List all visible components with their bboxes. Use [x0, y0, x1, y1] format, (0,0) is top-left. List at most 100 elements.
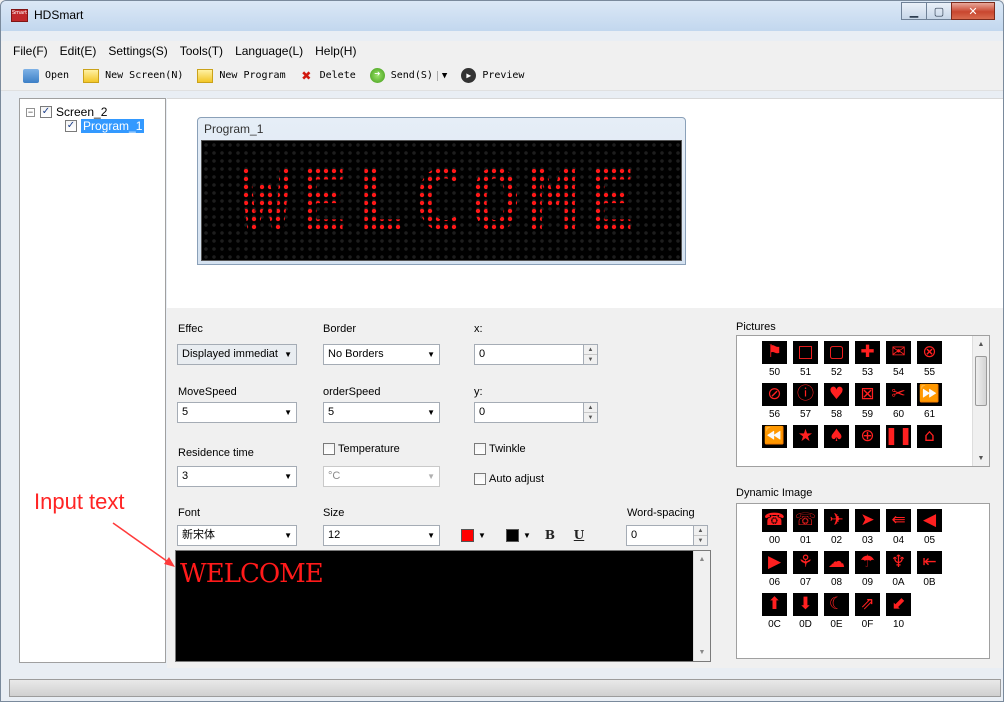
bold-button[interactable]: B [541, 526, 559, 544]
size-select[interactable]: 12 ▼ [323, 525, 440, 546]
dynamic-item[interactable]: ☎ 00 [759, 509, 790, 547]
residence-select[interactable]: 3 ▼ [177, 466, 297, 487]
menu-settings[interactable]: Settings(S) [102, 44, 173, 58]
new-screen-button[interactable]: New Screen(N) [83, 68, 183, 83]
delete-button[interactable]: ✖ Delete [300, 67, 356, 83]
dynamic-item[interactable]: ⬆ 0C [759, 593, 790, 631]
movespeed-select[interactable]: 5 ▼ [177, 402, 297, 423]
collapse-icon[interactable]: − [26, 107, 35, 117]
picture-item[interactable]: ⊕ [852, 425, 883, 463]
picture-thumbnail-icon: ⌂ [917, 425, 942, 448]
dynamic-item[interactable]: ⇤ 0B [914, 551, 945, 589]
dynamic-code: 0D [799, 619, 812, 630]
x-spin-buttons[interactable]: ▲ ▼ [583, 344, 598, 365]
text-editor[interactable]: WELCOME ▲ ▼ [175, 550, 711, 662]
picture-item[interactable]: ▢ 52 [821, 341, 852, 379]
picture-item[interactable]: ♠ [821, 425, 852, 463]
scroll-up-icon[interactable]: ▲ [973, 341, 989, 348]
dynamic-code: 02 [830, 535, 843, 546]
dynamic-item[interactable]: ◀ 05 [914, 509, 945, 547]
dynamic-code: 07 [799, 577, 812, 588]
maximize-button[interactable]: ▢ [926, 2, 952, 20]
background-color-picker[interactable]: ▼ [506, 529, 531, 542]
picture-item[interactable]: ⌂ [914, 425, 945, 463]
send-dropdown-icon[interactable]: ▼ [436, 70, 447, 81]
minimize-button[interactable]: ▁ [901, 2, 927, 20]
tree-item-program[interactable]: ✓ Program_1 [65, 119, 145, 133]
picture-item[interactable]: ⏩ 61 [914, 383, 945, 421]
x-spinner[interactable]: 0 ▲ ▼ [474, 344, 598, 365]
open-button[interactable]: Open [23, 68, 70, 83]
temperature-check-box[interactable] [323, 443, 335, 455]
picture-item[interactable]: ⊗ 55 [914, 341, 945, 379]
orderspeed-select[interactable]: 5 ▼ [323, 402, 440, 423]
scroll-down-icon[interactable]: ▼ [973, 455, 989, 462]
picture-item[interactable]: ★ [790, 425, 821, 463]
menu-edit[interactable]: Edit(E) [54, 44, 103, 58]
scroll-up-icon[interactable]: ▲ [694, 556, 710, 563]
dynamic-item[interactable]: ➤ 03 [852, 509, 883, 547]
menu-language[interactable]: Language(L) [229, 44, 309, 58]
menu-help[interactable]: Help(H) [309, 44, 362, 58]
window-controls: ▁ ▢ ✕ [901, 2, 995, 20]
dynamic-thumbnail-icon: ☁ [824, 551, 849, 574]
picture-code: 55 [923, 367, 936, 378]
picture-item[interactable]: ⊘ 56 [759, 383, 790, 421]
dynamic-code: 0B [923, 577, 936, 588]
word-spacing-spin-buttons[interactable]: ▲ ▼ [693, 525, 708, 546]
program-preview-window[interactable]: Program_1 WELCOME [197, 117, 686, 265]
new-program-button[interactable]: New Program [197, 68, 286, 83]
picture-item[interactable]: ⚑ 50 [759, 341, 790, 379]
picture-item[interactable]: ⏪ [759, 425, 790, 463]
dynamic-item[interactable]: ☏ 01 [790, 509, 821, 547]
picture-item[interactable]: □ 51 [790, 341, 821, 379]
scroll-thumb[interactable] [975, 356, 987, 406]
preview-button[interactable]: ▶ Preview [461, 68, 524, 83]
close-button[interactable]: ✕ [951, 2, 995, 20]
y-spinner[interactable]: 0 ▲ ▼ [474, 402, 598, 423]
dynamic-item[interactable]: ⇚ 04 [883, 509, 914, 547]
temperature-unit-select[interactable]: °C ▼ [323, 466, 440, 487]
twinkle-checkbox[interactable]: Twinkle [474, 443, 526, 455]
effect-select[interactable]: Displayed immediat ▼ [177, 344, 297, 365]
picture-item[interactable]: ✉ 54 [883, 341, 914, 379]
dynamic-item[interactable]: ☾ 0E [821, 593, 852, 631]
tree-item-screen[interactable]: − ✓ Screen_2 [26, 105, 107, 119]
menu-tools[interactable]: Tools(T) [174, 44, 229, 58]
dynamic-item[interactable]: ✈ 02 [821, 509, 852, 547]
border-select[interactable]: No Borders ▼ [323, 344, 440, 365]
text-color-picker[interactable]: ▼ [461, 529, 486, 542]
menu-file[interactable]: File(F) [7, 44, 54, 58]
dynamic-item[interactable]: ⚘ 07 [790, 551, 821, 589]
picture-item[interactable]: ✚ 53 [852, 341, 883, 379]
word-spacing-spinner[interactable]: 0 ▲ ▼ [626, 525, 708, 546]
program-checkbox[interactable]: ✓ [65, 120, 77, 132]
picture-item[interactable]: ❚❚ [883, 425, 914, 463]
dynamic-item[interactable]: ▶ 06 [759, 551, 790, 589]
effect-value: Displayed immediat [182, 348, 278, 360]
screen-checkbox[interactable]: ✓ [40, 106, 52, 118]
auto-adjust-checkbox[interactable]: Auto adjust [474, 473, 544, 485]
open-label: Open [45, 70, 70, 81]
dynamic-item[interactable]: ☂ 09 [852, 551, 883, 589]
scroll-down-icon[interactable]: ▼ [694, 649, 710, 656]
temperature-checkbox[interactable]: Temperature [323, 443, 400, 455]
underline-button[interactable]: U [570, 526, 588, 544]
picture-item[interactable]: ✂ 60 [883, 383, 914, 421]
picture-item[interactable]: ⊠ 59 [852, 383, 883, 421]
auto-adjust-check-box[interactable] [474, 473, 486, 485]
dynamic-item[interactable]: ⬇ 0D [790, 593, 821, 631]
editor-scrollbar[interactable]: ▲ ▼ [693, 551, 710, 661]
pictures-scrollbar[interactable]: ▲ ▼ [972, 336, 989, 466]
twinkle-check-box[interactable] [474, 443, 486, 455]
font-select[interactable]: 新宋体 ▼ [177, 525, 297, 546]
picture-item[interactable]: ♥ 58 [821, 383, 852, 421]
send-button[interactable]: ➜ Send(S) ▼ [369, 68, 447, 83]
y-spin-buttons[interactable]: ▲ ▼ [583, 402, 598, 423]
screen-label: Screen_2 [56, 105, 108, 119]
dynamic-item[interactable]: ⇗ 0F [852, 593, 883, 631]
dynamic-item[interactable]: ☁ 08 [821, 551, 852, 589]
dynamic-item[interactable]: ⬋ 10 [883, 593, 914, 631]
picture-item[interactable]: ⓘ 57 [790, 383, 821, 421]
dynamic-item[interactable]: ♆ 0A [883, 551, 914, 589]
